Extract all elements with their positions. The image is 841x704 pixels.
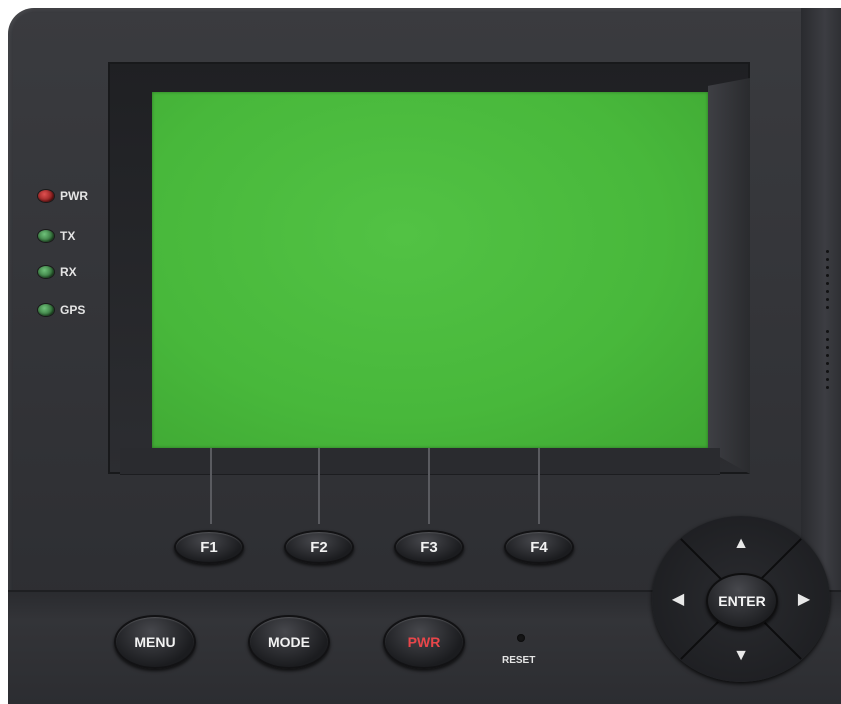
led-label: GPS [60, 303, 86, 317]
enter-button[interactable]: ENTER [706, 573, 778, 629]
led-rx-icon [38, 266, 54, 278]
led-label: PWR [60, 189, 88, 203]
led-indicator-rx: RX [38, 262, 77, 282]
led-pwr-icon [38, 190, 54, 202]
down-arrow-icon: ▼ [733, 647, 749, 664]
down-arrow-button[interactable]: ▼ [716, 636, 766, 676]
f3-button[interactable]: F3 [394, 530, 464, 564]
menu-button[interactable]: MENU [114, 615, 196, 669]
left-arrow-icon: ◀ [671, 591, 685, 608]
reset-label: RESET [502, 655, 536, 666]
left-arrow-button[interactable]: ◀ [658, 578, 698, 620]
f4-button[interactable]: F4 [504, 530, 574, 564]
up-arrow-button[interactable]: ▲ [716, 524, 766, 564]
softkey-guide-line [538, 448, 540, 524]
right-arrow-icon: ▶ [797, 591, 811, 608]
speaker-grille-upper [822, 250, 834, 314]
up-arrow-icon: ▲ [733, 535, 749, 552]
led-label: TX [60, 229, 76, 243]
f1-button[interactable]: F1 [174, 530, 244, 564]
mode-button[interactable]: MODE [248, 615, 330, 669]
reset-button[interactable] [517, 634, 525, 642]
handheld-device: PWR TX RX GPS F1 F2 F3 F4 MENU MODE PWR … [0, 0, 841, 704]
lcd-screen[interactable] [152, 92, 708, 448]
led-label: RX [60, 265, 77, 279]
softkey-guide-line [210, 448, 212, 524]
right-arrow-button[interactable]: ▶ [784, 578, 824, 620]
led-indicator-gps: GPS [38, 300, 85, 320]
led-tx-icon [38, 230, 54, 242]
power-button[interactable]: PWR [383, 615, 465, 669]
led-indicator-pwr: PWR [38, 186, 88, 206]
softkey-guide-line [428, 448, 430, 524]
softkey-guide-line [318, 448, 320, 524]
speaker-grille-lower [822, 330, 834, 394]
led-indicator-tx: TX [38, 226, 75, 246]
led-gps-icon [38, 304, 54, 316]
f2-button[interactable]: F2 [284, 530, 354, 564]
screen-bezel-side [708, 78, 750, 474]
